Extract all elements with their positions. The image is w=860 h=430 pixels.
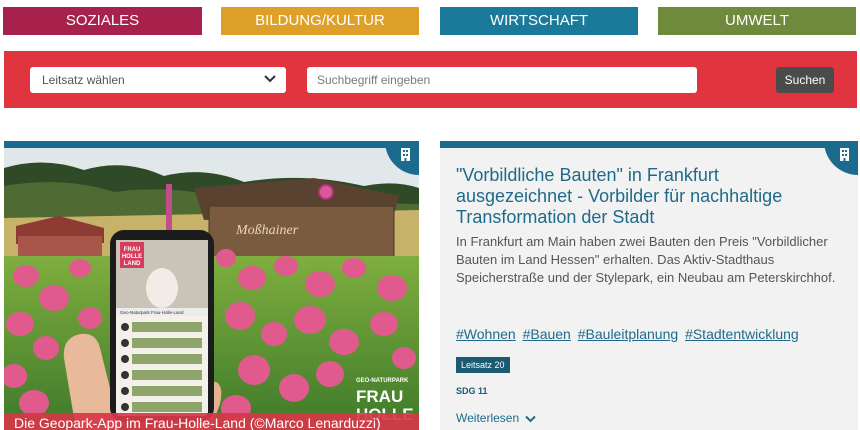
geonaturpark-logo-line2: FRAU <box>356 387 403 406</box>
category-badge <box>385 141 419 175</box>
tag-stadtentwicklung[interactable]: #Stadtentwicklung <box>685 326 799 342</box>
chevron-down-icon <box>525 415 537 423</box>
read-more-label: Weiterlesen <box>456 411 520 425</box>
photo-caption: Die Geopark-App im Frau-Holle-Land (©Mar… <box>4 413 419 430</box>
leitsatz-select-label: Leitsatz wählen <box>42 73 125 87</box>
read-more-link[interactable]: Weiterlesen <box>456 411 537 425</box>
tag-bauleitplanung[interactable]: #Bauleitplanung <box>578 326 678 342</box>
article-title[interactable]: "Vorbildliche Bauten" in Frankfurt ausge… <box>456 165 836 228</box>
article-card-image[interactable]: Moßhainer FRAU HOLLE LAND Geo-Naturpark … <box>4 141 419 430</box>
tag-bauen[interactable]: #Bauen <box>523 326 571 342</box>
card-top-border <box>4 141 419 148</box>
photo-illustration: Moßhainer FRAU HOLLE LAND Geo-Naturpark … <box>4 148 419 430</box>
leitsatz-badge[interactable]: Leitsatz 20 <box>456 357 510 373</box>
search-button[interactable]: Suchen <box>776 67 834 93</box>
leitsatz-select[interactable]: Leitsatz wählen <box>30 67 286 93</box>
article-description: In Frankfurt am Main haben zwei Bauten d… <box>456 234 836 285</box>
card-top-border <box>440 141 858 148</box>
search-panel: Leitsatz wählen Suchen <box>4 51 857 108</box>
search-input[interactable] <box>307 67 697 93</box>
tag-list: #Wohnen #Bauen #Bauleitplanung #Stadtent… <box>456 326 802 342</box>
barn-sign: Moßhainer <box>235 223 299 238</box>
tab-soziales[interactable]: SOZIALES <box>3 7 202 35</box>
article-photo[interactable]: Moßhainer FRAU HOLLE LAND Geo-Naturpark … <box>4 148 419 430</box>
tab-bildung-kultur[interactable]: BILDUNG/KULTUR <box>221 7 419 35</box>
tab-umwelt[interactable]: UMWELT <box>658 7 856 35</box>
phone-logo-line2: HOLLE <box>122 254 142 260</box>
building-icon <box>401 148 410 161</box>
sdg-label: SDG 11 <box>456 386 488 396</box>
geonaturpark-logo-label: GEO-NATURPARK <box>356 378 409 384</box>
tab-wirtschaft[interactable]: WIRTSCHAFT <box>440 7 638 35</box>
article-card: "Vorbildliche Bauten" in Frankfurt ausge… <box>440 141 858 430</box>
phone-logo-line3: LAND <box>124 261 141 267</box>
chevron-down-icon <box>264 75 276 83</box>
phone-header: Geo-Naturpark Frau-Holle-Land <box>120 310 184 315</box>
tag-wohnen[interactable]: #Wohnen <box>456 326 516 342</box>
phone-logo-line1: FRAU <box>124 247 141 253</box>
page: SOZIALES BILDUNG/KULTUR WIRTSCHAFT UMWEL… <box>0 0 860 430</box>
